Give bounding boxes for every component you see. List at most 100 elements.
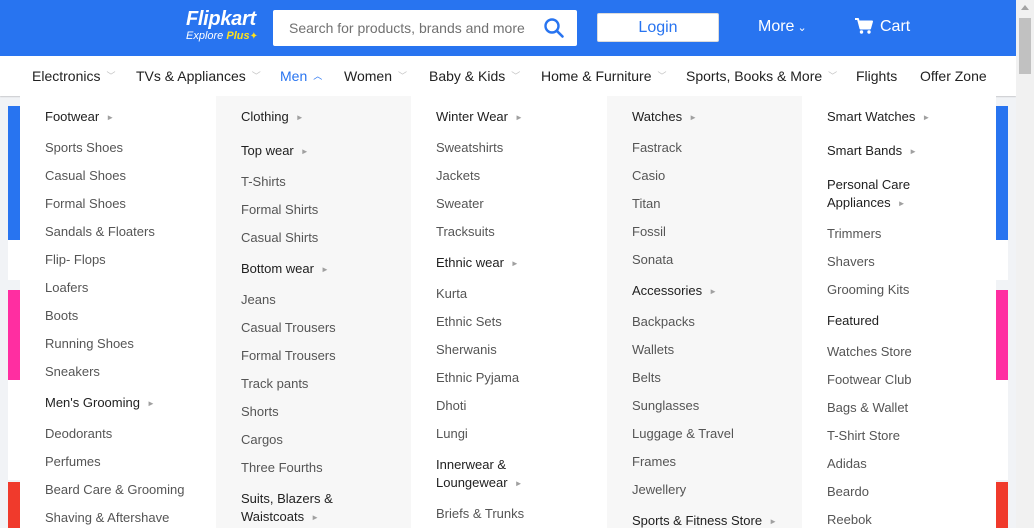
category-label: Electronics [32, 68, 101, 84]
menu-link-fossil[interactable]: Fossil [632, 223, 666, 241]
menu-link-sunglasses[interactable]: Sunglasses [632, 397, 699, 415]
menu-link-shavers[interactable]: Shavers [827, 253, 875, 271]
menu-heading-men-s-grooming[interactable]: Men's Grooming ► [45, 394, 155, 413]
menu-link-t-shirt-store[interactable]: T-Shirt Store [827, 427, 900, 445]
menu-link-casual-shoes[interactable]: Casual Shoes [45, 167, 126, 185]
menu-link-perfumes[interactable]: Perfumes [45, 453, 101, 471]
menu-link-reebok[interactable]: Reebok [827, 511, 872, 528]
menu-link-backpacks[interactable]: Backpacks [632, 313, 695, 331]
menu-link-watches-store[interactable]: Watches Store [827, 343, 912, 361]
menu-link-sandals-floaters[interactable]: Sandals & Floaters [45, 223, 155, 241]
menu-link-wallets[interactable]: Wallets [632, 341, 674, 359]
menu-heading-watches[interactable]: Watches ► [632, 108, 697, 127]
menu-heading-smart-watches[interactable]: Smart Watches ► [827, 108, 930, 127]
menu-link-sherwanis[interactable]: Sherwanis [436, 341, 497, 359]
cart-link[interactable]: Cart [854, 17, 910, 37]
menu-link-belts[interactable]: Belts [632, 369, 661, 387]
menu-heading-smart-bands[interactable]: Smart Bands ► [827, 142, 917, 161]
menu-link-formal-shirts[interactable]: Formal Shirts [241, 201, 318, 219]
menu-link-ethnic-pyjama[interactable]: Ethnic Pyjama [436, 369, 519, 387]
menu-link-loafers[interactable]: Loafers [45, 279, 88, 297]
more-label: More [758, 18, 795, 35]
menu-link-flip-flops[interactable]: Flip- Flops [45, 251, 106, 269]
menu-item-text: Grooming Kits [827, 282, 910, 297]
menu-link-luggage-travel[interactable]: Luggage & Travel [632, 425, 734, 443]
category-men[interactable]: Men ︿ [280, 68, 322, 84]
menu-heading-sports-fitness-store[interactable]: Sports & Fitness Store ► [632, 512, 777, 528]
menu-link-jewellery[interactable]: Jewellery [632, 481, 686, 499]
category-tvs-appliances[interactable]: TVs & Appliances ﹀ [136, 68, 261, 84]
menu-item-text: Dhoti [436, 398, 467, 413]
menu-link-trimmers[interactable]: Trimmers [827, 225, 881, 243]
menu-link-briefs-trunks[interactable]: Briefs & Trunks [436, 505, 524, 523]
menu-link-casual-trousers[interactable]: Casual Trousers [241, 319, 336, 337]
menu-link-dhoti[interactable]: Dhoti [436, 397, 466, 415]
category-baby-kids[interactable]: Baby & Kids ﹀ [429, 68, 520, 84]
menu-link-three-fourths[interactable]: Three Fourths [241, 459, 323, 477]
menu-link-tracksuits[interactable]: Tracksuits [436, 223, 495, 241]
search-input[interactable] [273, 10, 533, 46]
menu-link-cargos[interactable]: Cargos [241, 431, 283, 449]
menu-item-text: T-Shirts [241, 174, 286, 189]
menu-link-sweater[interactable]: Sweater [436, 195, 484, 213]
menu-link-bags-wallet[interactable]: Bags & Wallet [827, 399, 908, 417]
category-sports-books-more[interactable]: Sports, Books & More ﹀ [686, 68, 837, 84]
menu-link-jeans[interactable]: Jeans [241, 291, 276, 309]
menu-link-sweatshirts[interactable]: Sweatshirts [436, 139, 503, 157]
menu-heading-suits-blazers[interactable]: Suits, Blazers & Waistcoats ► [241, 490, 333, 527]
menu-link-lungi[interactable]: Lungi [436, 425, 468, 443]
menu-link-sports-shoes[interactable]: Sports Shoes [45, 139, 123, 157]
menu-link-sneakers[interactable]: Sneakers [45, 363, 100, 381]
menu-link-formal-trousers[interactable]: Formal Trousers [241, 347, 336, 365]
menu-link-deodorants[interactable]: Deodorants [45, 425, 112, 443]
menu-link-t-shirts[interactable]: T-Shirts [241, 173, 286, 191]
menu-link-running-shoes[interactable]: Running Shoes [45, 335, 134, 353]
menu-link-jackets[interactable]: Jackets [436, 167, 480, 185]
menu-link-shorts[interactable]: Shorts [241, 403, 279, 421]
login-button[interactable]: Login [597, 13, 719, 42]
scroll-up-arrow-icon[interactable] [1021, 5, 1029, 10]
menu-heading-clothing[interactable]: Clothing ► [241, 108, 304, 127]
menu-link-casio[interactable]: Casio [632, 167, 665, 185]
category-flights[interactable]: Flights [856, 68, 897, 84]
background-card-right [996, 240, 1008, 280]
page-scrollbar[interactable] [1016, 0, 1034, 528]
menu-heading-personal-care[interactable]: Personal Care Appliances ► [827, 176, 910, 213]
menu-link-footwear-club[interactable]: Footwear Club [827, 371, 912, 389]
menu-heading-accessories[interactable]: Accessories ► [632, 282, 717, 301]
category-offer-zone[interactable]: Offer Zone [920, 68, 987, 84]
menu-link-grooming-kits[interactable]: Grooming Kits [827, 281, 909, 299]
more-menu[interactable]: More ⌄ [758, 17, 807, 38]
menu-link-beard-care-grooming[interactable]: Beard Care & Grooming [45, 481, 184, 499]
menu-link-kurta[interactable]: Kurta [436, 285, 467, 303]
menu-heading-ethnic-wear[interactable]: Ethnic wear ► [436, 254, 519, 273]
menu-link-titan[interactable]: Titan [632, 195, 660, 213]
menu-heading-bottom-wear[interactable]: Bottom wear ► [241, 260, 329, 279]
menu-link-track-pants[interactable]: Track pants [241, 375, 308, 393]
menu-heading-featured[interactable]: Featured [827, 312, 879, 330]
menu-link-frames[interactable]: Frames [632, 453, 676, 471]
category-home-furniture[interactable]: Home & Furniture ﹀ [541, 68, 667, 84]
scrollbar-thumb[interactable] [1019, 18, 1031, 74]
menu-link-casual-shirts[interactable]: Casual Shirts [241, 229, 318, 247]
menu-heading-innerwear[interactable]: Innerwear & Loungewear ► [436, 456, 522, 493]
menu-heading-top-wear[interactable]: Top wear ► [241, 142, 309, 161]
menu-heading-winter-wear[interactable]: Winter Wear ► [436, 108, 523, 127]
menu-link-ethnic-sets[interactable]: Ethnic Sets [436, 313, 502, 331]
search-icon[interactable] [543, 17, 565, 39]
menu-link-fastrack[interactable]: Fastrack [632, 139, 682, 157]
category-electronics[interactable]: Electronics ﹀ [32, 68, 115, 84]
category-women[interactable]: Women ﹀ [344, 68, 407, 84]
menu-item-text: Lungi [436, 426, 468, 441]
menu-link-adidas[interactable]: Adidas [827, 455, 867, 473]
flipkart-logo[interactable]: Flipkart Explore Plus✦ [186, 8, 258, 43]
menu-link-shaving-aftershave[interactable]: Shaving & Aftershave [45, 509, 169, 527]
menu-item-text: Jackets [436, 168, 481, 183]
menu-link-beardo[interactable]: Beardo [827, 483, 869, 501]
menu-heading-footwear[interactable]: Footwear ► [45, 108, 114, 127]
menu-link-formal-shoes[interactable]: Formal Shoes [45, 195, 126, 213]
menu-link-sonata[interactable]: Sonata [632, 251, 673, 269]
menu-item-text: Formal Shoes [45, 196, 126, 211]
menu-link-boots[interactable]: Boots [45, 307, 78, 325]
chevron-down-icon: ﹀ [106, 71, 116, 81]
